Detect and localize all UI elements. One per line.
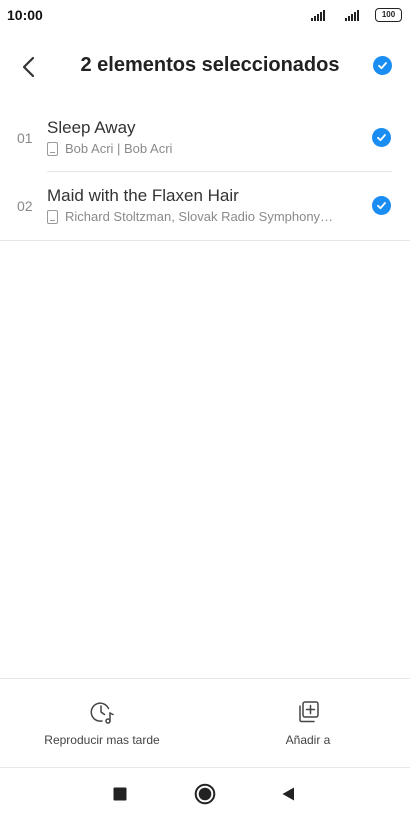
nav-home-button[interactable] [193,782,217,806]
track-artist: Bob Acri | Bob Acri [65,141,173,156]
add-to-label: Añadir a [285,733,331,747]
track-subtitle: Richard Stoltzman, Slovak Radio Symphony… [47,209,333,224]
status-time: 10:00 [7,7,43,23]
battery-icon: 100 [375,8,402,22]
play-later-button[interactable]: Reproducir mas tarde [34,699,170,747]
check-circle-icon [372,128,391,147]
track-index: 01 [17,130,33,146]
add-to-playlist-icon [299,701,319,723]
nav-recents-button[interactable] [108,782,132,806]
track-title: Maid with the Flaxen Hair [47,186,239,205]
circle-icon [194,783,216,805]
status-indicators: 100 [311,8,402,22]
add-to-button[interactable]: Añadir a [248,699,368,747]
square-icon [113,787,127,801]
triangle-left-icon [282,787,294,801]
track-artist: Richard Stoltzman, Slovak Radio Symphony… [65,209,334,224]
status-bar: 10:00 100 [0,0,410,30]
list-item[interactable]: 02 Maid with the Flaxen Hair Richard Sto… [0,172,410,241]
track-title: Sleep Away [47,118,136,137]
play-later-label: Reproducir mas tarde [44,733,160,747]
check-circle-icon [373,56,392,75]
list-item[interactable]: 01 Sleep Away Bob Acri | Bob Acri [0,104,410,172]
track-checkbox[interactable] [372,196,391,215]
page-title: 2 elementos seleccionados [80,54,340,76]
track-index: 02 [17,198,33,214]
select-all-button[interactable] [373,56,392,75]
check-circle-icon [372,196,391,215]
selection-header: 2 elementos seleccionados [0,44,410,88]
track-list: 01 Sleep Away Bob Acri | Bob Acri 02 Mai… [0,104,410,241]
phone-storage-icon [47,141,58,156]
phone-storage-icon [47,209,58,224]
track-subtitle: Bob Acri | Bob Acri [47,141,172,156]
system-nav-bar [0,767,410,820]
track-checkbox[interactable] [372,128,391,147]
nav-back-button[interactable] [276,782,300,806]
signal-icon-2 [345,9,359,21]
action-bar: Reproducir mas tarde Añadir a [0,678,410,768]
signal-icon [311,9,325,21]
clock-music-icon [90,702,114,724]
